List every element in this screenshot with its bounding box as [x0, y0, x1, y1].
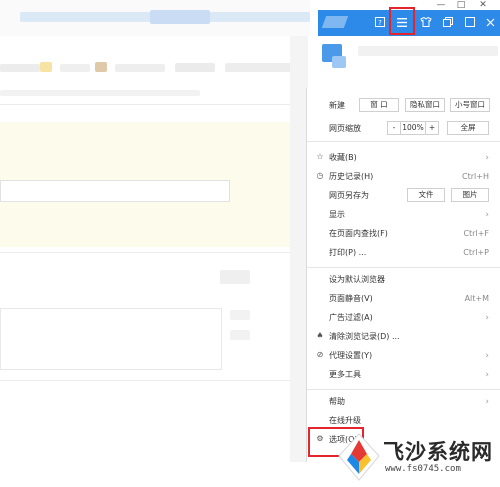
private-window-button[interactable]: 隐私窗口: [405, 98, 445, 112]
history-shortcut: Ctrl+H: [462, 172, 489, 181]
minimize-button[interactable]: —: [432, 0, 450, 10]
mute-shortcut: Alt+M: [464, 294, 489, 303]
menu-more-tools-label: 更多工具: [329, 370, 361, 379]
menu-mute-label: 页面静音(V): [329, 294, 373, 303]
divider: [0, 252, 290, 253]
new-window-button[interactable]: 窗 口: [359, 98, 399, 112]
page-card-blur: [0, 308, 222, 370]
menu-display[interactable]: 显示 ›: [307, 205, 500, 224]
chevron-right-icon: ›: [485, 350, 489, 361]
menu-set-default-label: 设为默认浏览器: [329, 275, 385, 284]
page-nav-blur: [0, 60, 300, 80]
find-shortcut: Ctrl+F: [463, 229, 489, 238]
browser-tab-icon[interactable]: [321, 16, 349, 28]
page-input-blur: [0, 180, 230, 202]
star-icon: ☆: [316, 152, 324, 161]
small-window-button[interactable]: 小号窗口: [450, 98, 490, 112]
divider: [0, 380, 290, 381]
chevron-right-icon: ›: [485, 396, 489, 407]
menu-new-label: 新建: [329, 101, 345, 110]
menu-help[interactable]: 帮助 ›: [307, 392, 500, 411]
window-controls: — □ ✕: [430, 0, 500, 10]
tab-close-icon[interactable]: [462, 15, 478, 29]
menu-zoom-label: 网页缩放: [329, 124, 361, 133]
menu-separator: [307, 389, 500, 390]
menu-mute[interactable]: 页面静音(V) Alt+M: [307, 289, 500, 308]
menu-proxy[interactable]: ⊘ 代理设置(Y) ›: [307, 346, 500, 365]
svg-text:?: ?: [378, 19, 382, 27]
menu-favorites[interactable]: ☆ 收藏(B) ›: [307, 148, 500, 167]
watermark-logo: [338, 433, 380, 481]
menu-button-highlight: [389, 7, 415, 35]
chevron-right-icon: ›: [485, 312, 489, 323]
menu-ad-filter[interactable]: 广告过滤(A) ›: [307, 308, 500, 327]
menu-history-label: 历史记录(H): [329, 172, 374, 181]
save-image-button[interactable]: 图片: [451, 188, 489, 202]
watermark-brand: 飞沙系统网: [383, 440, 493, 464]
menu-print-label: 打印(P) ...: [329, 248, 367, 257]
divider: [0, 104, 290, 105]
site-watermark: 飞沙系统网 www.fs0745.com: [335, 428, 500, 487]
browser-main-menu: 新建 窗 口 隐私窗口 网页缩放 - 100% + 全屏 ☆ 收藏(B) › ◷…: [306, 88, 500, 462]
page-blocks-blur: [220, 270, 260, 350]
menu-separator: [307, 267, 500, 268]
menu-proxy-label: 代理设置(Y): [329, 351, 373, 360]
chevron-right-icon: ›: [485, 152, 489, 163]
menu-display-label: 显示: [329, 210, 345, 219]
page-subheader-blur: [0, 88, 300, 98]
zoom-out-button[interactable]: -: [387, 121, 401, 135]
menu-separator: [307, 141, 500, 142]
save-file-button[interactable]: 文件: [407, 188, 445, 202]
fullscreen-button[interactable]: 全屏: [447, 121, 489, 135]
print-shortcut: Ctrl+P: [463, 248, 489, 257]
menu-ad-filter-label: 广告过滤(A): [329, 313, 373, 322]
menu-clear-data[interactable]: ♠ 清除浏览记录(D) ...: [307, 327, 500, 346]
clock-icon: ◷: [316, 171, 324, 180]
watermark-url: www.fs0745.com: [385, 464, 461, 474]
maximize-button[interactable]: □: [452, 0, 470, 10]
menu-clear-data-label: 清除浏览记录(D) ...: [329, 332, 400, 341]
help-icon[interactable]: ?: [372, 15, 388, 29]
restore-icon[interactable]: [440, 15, 456, 29]
menu-find-label: 在页面内查找(F): [329, 229, 388, 238]
menu-history[interactable]: ◷ 历史记录(H) Ctrl+H: [307, 167, 500, 186]
chevron-right-icon: ›: [485, 209, 489, 220]
menu-help-label: 帮助: [329, 397, 345, 406]
zoom-in-button[interactable]: +: [425, 121, 439, 135]
link-icon: ⊘: [316, 350, 324, 359]
menu-save-as-label: 网页另存为: [329, 191, 369, 200]
page-header-blur: [0, 0, 310, 36]
chevron-right-icon: ›: [485, 369, 489, 380]
menu-set-default[interactable]: 设为默认浏览器: [307, 270, 500, 289]
skin-icon[interactable]: [418, 15, 434, 29]
menu-header-blur: [318, 36, 500, 88]
broom-icon: ♠: [316, 331, 324, 340]
menu-print[interactable]: 打印(P) ... Ctrl+P: [307, 243, 500, 262]
menu-favorites-label: 收藏(B): [329, 153, 357, 162]
tab-list-icon[interactable]: [482, 15, 498, 29]
menu-more-tools[interactable]: 更多工具 ›: [307, 365, 500, 384]
close-button[interactable]: ✕: [474, 0, 492, 10]
menu-update-label: 在线升级: [329, 416, 361, 425]
zoom-value: 100%: [400, 121, 426, 135]
menu-find[interactable]: 在页面内查找(F) Ctrl+F: [307, 224, 500, 243]
